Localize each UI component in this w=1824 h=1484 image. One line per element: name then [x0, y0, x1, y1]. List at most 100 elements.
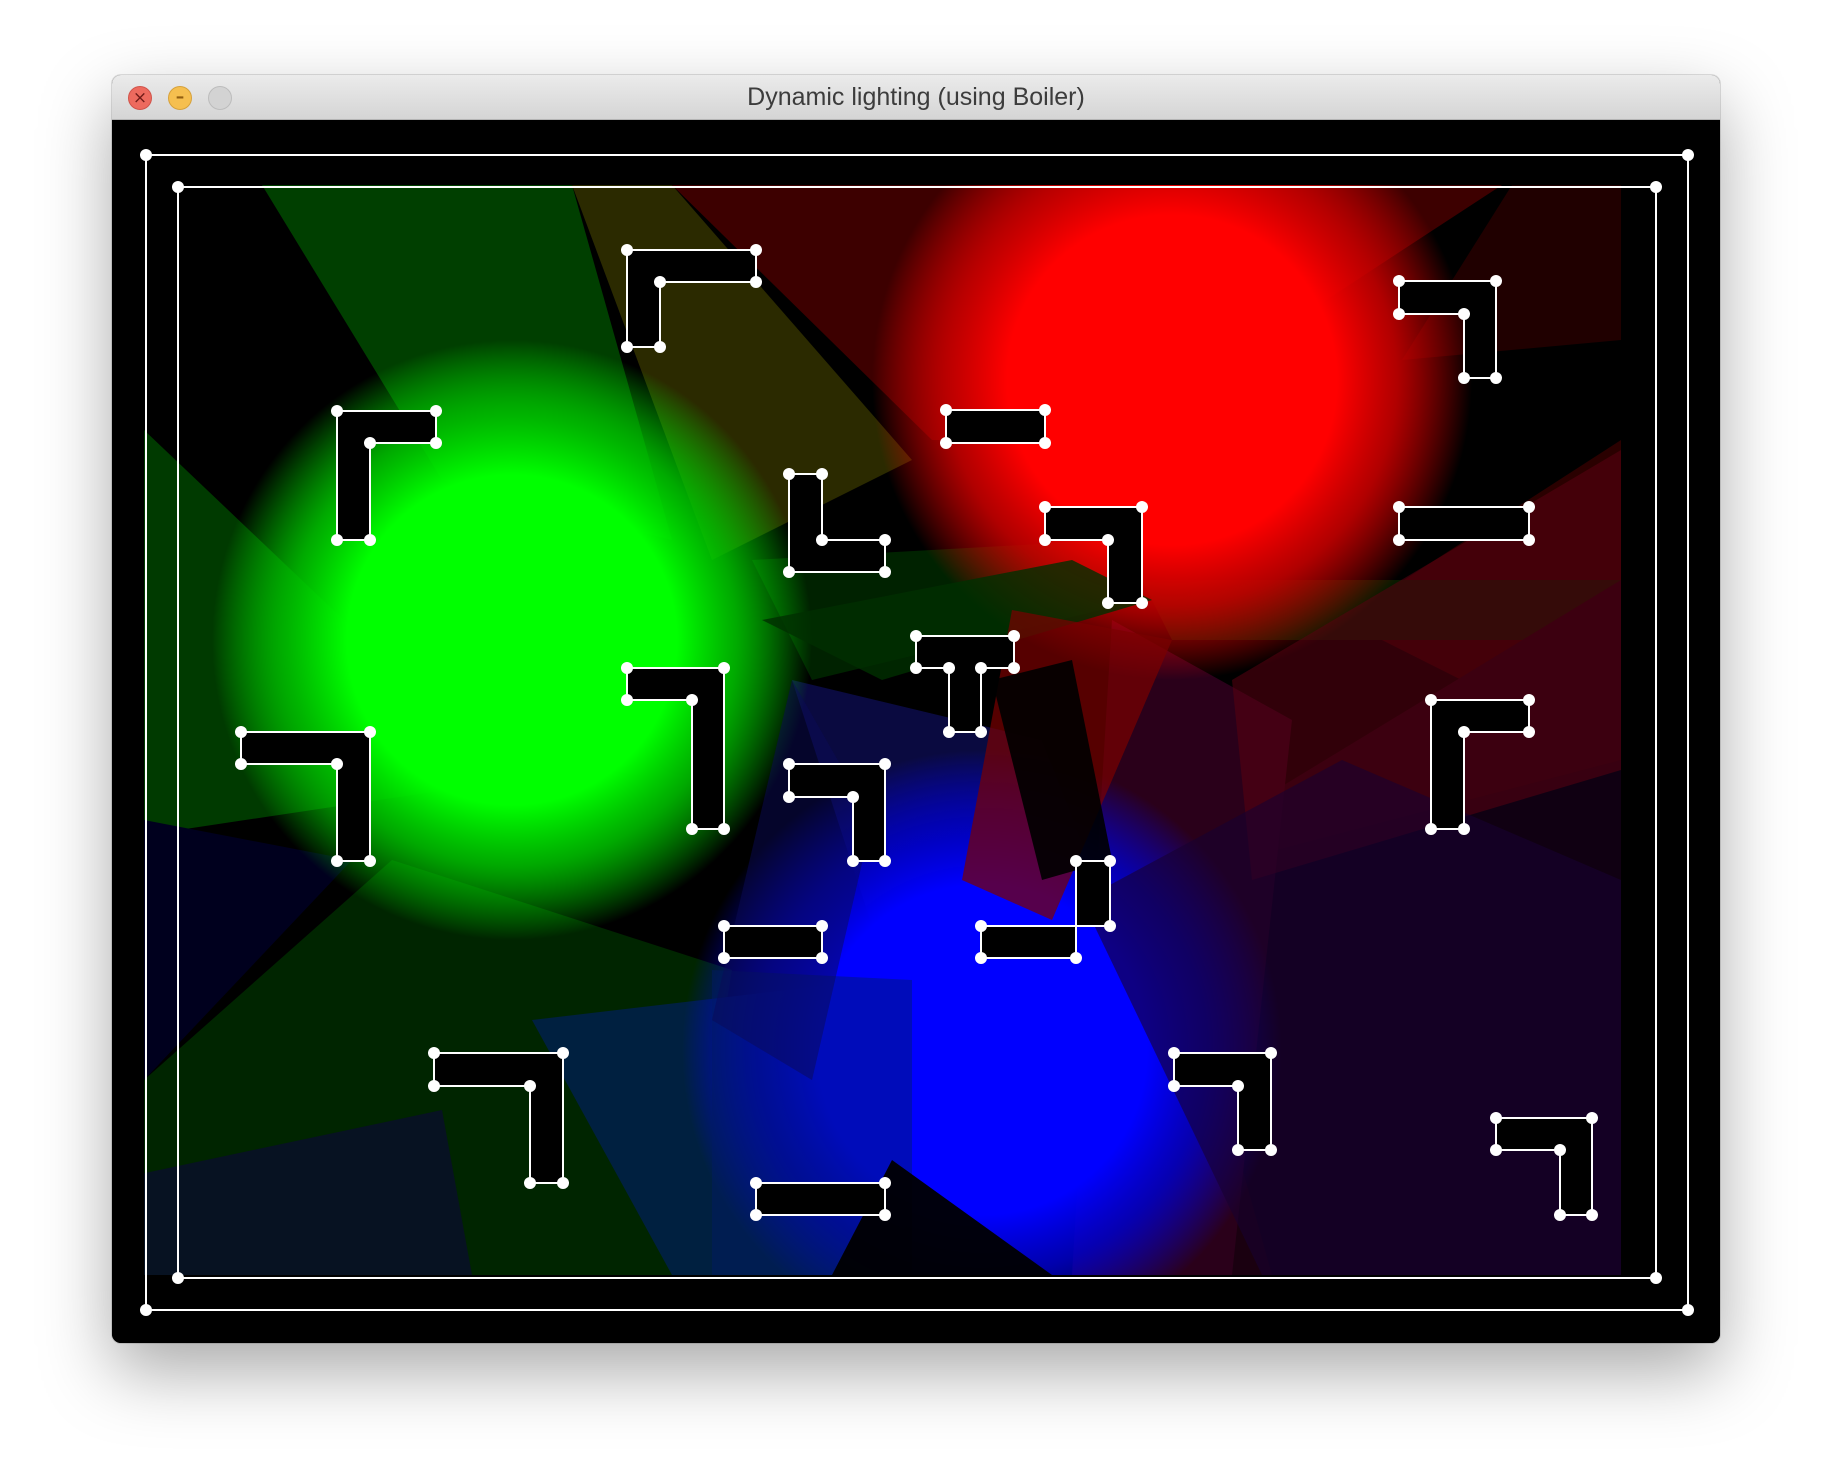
wall-vertex[interactable]	[428, 1080, 440, 1092]
wall-vertex[interactable]	[430, 405, 442, 417]
wall-vertex[interactable]	[1490, 1112, 1502, 1124]
wall-vertex[interactable]	[879, 758, 891, 770]
wall-vertex[interactable]	[331, 405, 343, 417]
wall-vertex[interactable]	[1039, 404, 1051, 416]
wall-vertex[interactable]	[879, 534, 891, 546]
wall-vertex[interactable]	[975, 662, 987, 674]
wall-vertex[interactable]	[943, 662, 955, 674]
wall-vertex[interactable]	[1039, 501, 1051, 513]
wall-vertex[interactable]	[750, 276, 762, 288]
wall-vertex[interactable]	[1102, 534, 1114, 546]
wall-vertex[interactable]	[686, 694, 698, 706]
wall-vertex[interactable]	[1554, 1209, 1566, 1221]
wall-vertex[interactable]	[331, 758, 343, 770]
wall-vertex[interactable]	[557, 1177, 569, 1189]
wall-vertex[interactable]	[816, 920, 828, 932]
wall-vertex[interactable]	[975, 726, 987, 738]
wall-vertex[interactable]	[621, 662, 633, 674]
wall-vertex[interactable]	[1232, 1080, 1244, 1092]
wall-vertex[interactable]	[750, 1177, 762, 1189]
wall-vertex[interactable]	[1682, 1304, 1694, 1316]
wall-vertex[interactable]	[1232, 1144, 1244, 1156]
wall-vertex[interactable]	[975, 920, 987, 932]
wall-vertex[interactable]	[910, 630, 922, 642]
lighting-scene[interactable]	[112, 120, 1720, 1343]
wall-vertex[interactable]	[654, 276, 666, 288]
wall-vertex[interactable]	[654, 341, 666, 353]
wall-vertex[interactable]	[879, 855, 891, 867]
wall-vertex[interactable]	[172, 1272, 184, 1284]
wall-vertex[interactable]	[1523, 501, 1535, 513]
wall-vertex[interactable]	[1523, 726, 1535, 738]
wall-vertex[interactable]	[718, 662, 730, 674]
wall-vertex[interactable]	[1458, 372, 1470, 384]
wall-vertex[interactable]	[140, 149, 152, 161]
wall-vertex[interactable]	[1458, 823, 1470, 835]
wall-vertex[interactable]	[1586, 1112, 1598, 1124]
wall-vertex[interactable]	[1490, 275, 1502, 287]
wall-vertex[interactable]	[783, 758, 795, 770]
wall-vertex[interactable]	[783, 566, 795, 578]
wall-vertex[interactable]	[1682, 149, 1694, 161]
wall-vertex[interactable]	[1136, 501, 1148, 513]
wall-vertex[interactable]	[331, 534, 343, 546]
wall-vertex[interactable]	[1554, 1144, 1566, 1156]
wall-vertex[interactable]	[1650, 1272, 1662, 1284]
wall-vertex[interactable]	[879, 566, 891, 578]
wall-vertex[interactable]	[1104, 855, 1116, 867]
wall-vertex[interactable]	[847, 855, 859, 867]
wall-vertex[interactable]	[1393, 308, 1405, 320]
wall-vertex[interactable]	[140, 1304, 152, 1316]
wall-vertex[interactable]	[1458, 308, 1470, 320]
wall-vertex[interactable]	[718, 823, 730, 835]
wall-vertex[interactable]	[1008, 630, 1020, 642]
wall-vertex[interactable]	[750, 1209, 762, 1221]
wall-vertex[interactable]	[1070, 952, 1082, 964]
wall-vertex[interactable]	[1104, 920, 1116, 932]
wall-vertex[interactable]	[621, 694, 633, 706]
wall-vertex[interactable]	[1265, 1047, 1277, 1059]
wall-vertex[interactable]	[783, 791, 795, 803]
wall-vertex[interactable]	[1070, 855, 1082, 867]
wall-vertex[interactable]	[816, 952, 828, 964]
wall-vertex[interactable]	[621, 244, 633, 256]
wall-vertex[interactable]	[1425, 823, 1437, 835]
wall-vertex[interactable]	[975, 952, 987, 964]
wall-vertex[interactable]	[235, 758, 247, 770]
wall-vertex[interactable]	[1265, 1144, 1277, 1156]
wall-vertex[interactable]	[1136, 597, 1148, 609]
wall-vertex[interactable]	[1393, 501, 1405, 513]
wall-vertex[interactable]	[1008, 662, 1020, 674]
wall-vertex[interactable]	[1102, 597, 1114, 609]
wall-vertex[interactable]	[524, 1177, 536, 1189]
wall-vertex[interactable]	[1586, 1209, 1598, 1221]
wall-vertex[interactable]	[816, 534, 828, 546]
wall-vertex[interactable]	[1523, 694, 1535, 706]
wall-vertex[interactable]	[1039, 437, 1051, 449]
wall-vertex[interactable]	[847, 791, 859, 803]
wall-vertex[interactable]	[621, 341, 633, 353]
title-bar[interactable]: × – Dynamic lighting (using Boiler)	[112, 75, 1720, 120]
wall-vertex[interactable]	[430, 437, 442, 449]
wall-vertex[interactable]	[364, 855, 376, 867]
wall-vertex[interactable]	[1393, 275, 1405, 287]
wall-vertex[interactable]	[331, 855, 343, 867]
wall-vertex[interactable]	[1168, 1047, 1180, 1059]
wall-vertex[interactable]	[557, 1047, 569, 1059]
wall-vertex[interactable]	[1490, 1144, 1502, 1156]
wall-vertex[interactable]	[910, 662, 922, 674]
wall-vertex[interactable]	[718, 952, 730, 964]
wall-vertex[interactable]	[235, 726, 247, 738]
wall-vertex[interactable]	[172, 181, 184, 193]
wall-vertex[interactable]	[879, 1209, 891, 1221]
wall-vertex[interactable]	[686, 823, 698, 835]
wall-vertex[interactable]	[1650, 181, 1662, 193]
wall-vertex[interactable]	[1168, 1080, 1180, 1092]
wall-vertex[interactable]	[524, 1080, 536, 1092]
wall-vertex[interactable]	[879, 1177, 891, 1189]
wall-vertex[interactable]	[718, 920, 730, 932]
wall-vertex[interactable]	[1425, 694, 1437, 706]
wall-vertex[interactable]	[816, 468, 828, 480]
wall-vertex[interactable]	[428, 1047, 440, 1059]
wall-vertex[interactable]	[1490, 372, 1502, 384]
